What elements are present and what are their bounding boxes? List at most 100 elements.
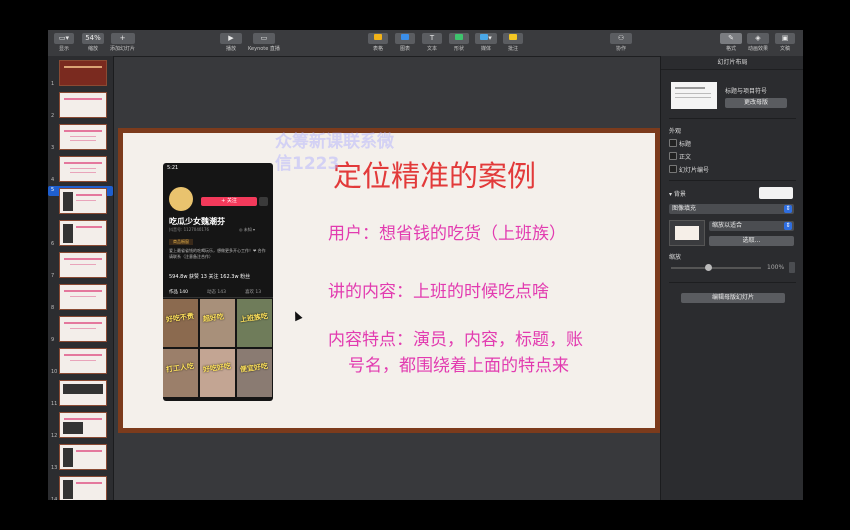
- video-cover: 好吃好吃: [200, 349, 235, 397]
- keynote-live-button[interactable]: ▭ Keynote 直播: [248, 33, 280, 53]
- collaborate-button[interactable]: ⚇ 协作: [610, 33, 632, 53]
- fill-type-select[interactable]: 图像填充 ⇕: [669, 204, 794, 214]
- media-icon: ▾: [475, 33, 497, 44]
- image-well[interactable]: [669, 220, 705, 246]
- watermark: 信1223: [275, 154, 340, 174]
- edit-master-button[interactable]: 编辑母版幻灯片: [681, 293, 785, 303]
- profile-tabs: 作品 140 动态 143 喜欢 13: [163, 287, 273, 298]
- format-button[interactable]: ✎ 格式: [720, 33, 742, 53]
- scale-slider[interactable]: [671, 264, 761, 271]
- background-heading: ▾ 背景: [669, 191, 686, 198]
- appearance-heading: 外观: [669, 128, 682, 135]
- slide-frame[interactable]: 5:21 + 关注 吃瓜少女魏潮芬 抖音号: 1127040176 ◎ 未知 ▾…: [118, 128, 660, 433]
- document-button[interactable]: ▣ 文稿: [775, 33, 795, 53]
- inspector-panel: 幻灯片布局 标题与项目符号 更改母版 外观 标题 正文 幻灯片编号 ▾ 背景 图…: [660, 56, 803, 500]
- chart-icon: [395, 33, 415, 44]
- scale-label: 缩放: [669, 254, 682, 261]
- animate-button[interactable]: ◈ 动画效果: [747, 33, 769, 53]
- background-color-well[interactable]: [759, 187, 793, 199]
- paintbrush-icon: ✎: [720, 33, 742, 44]
- layout-preview[interactable]: [671, 82, 717, 109]
- slide-thumbnail[interactable]: 9: [48, 314, 113, 344]
- comment-button[interactable]: 批注: [503, 33, 523, 53]
- scale-stepper[interactable]: [789, 262, 795, 273]
- chevron-updown-icon: ⇕: [784, 205, 792, 213]
- slide-body: 5:21 + 关注 吃瓜少女魏潮芬 抖音号: 1127040176 ◎ 未知 ▾…: [123, 132, 655, 428]
- toolbar: ▭▾ 显示 54% 缩放 + 添加幻灯片 ▶ 播放 ▭ Keynote 直播 表…: [48, 30, 803, 57]
- add-slide-button[interactable]: + 添加幻灯片: [110, 33, 135, 53]
- slide-navigator: 1 2 3 4 5 6 7 8 9 10 11 12 13 14: [48, 56, 114, 500]
- shape-icon: [449, 33, 469, 44]
- slide-thumbnail-selected[interactable]: 5: [48, 186, 113, 214]
- slide-thumbnail[interactable]: 6: [48, 218, 113, 248]
- video-cover: 打工人吃: [163, 349, 198, 397]
- inspector-header: 幻灯片布局: [661, 56, 803, 70]
- layout-name: 标题与项目符号: [725, 88, 768, 95]
- keynote-window: ▭▾ 显示 54% 缩放 + 添加幻灯片 ▶ 播放 ▭ Keynote 直播 表…: [48, 30, 803, 500]
- slide-thumbnail[interactable]: 12: [48, 410, 113, 440]
- slider-knob[interactable]: [705, 264, 712, 271]
- slide-thumbnail[interactable]: 8: [48, 282, 113, 312]
- slide-canvas[interactable]: 5:21 + 关注 吃瓜少女魏潮芬 抖音号: 1127040176 ◎ 未知 ▾…: [114, 57, 660, 500]
- play-button[interactable]: ▶ 播放: [220, 33, 242, 53]
- choose-image-button[interactable]: 选取...: [709, 236, 794, 246]
- shape-button[interactable]: 形状: [449, 33, 469, 53]
- plus-icon: +: [110, 33, 135, 44]
- thumbnail-image: [59, 412, 107, 438]
- play-icon: ▶: [220, 33, 242, 44]
- slide-thumbnail[interactable]: 1: [48, 58, 113, 88]
- thumbnail-image: [59, 444, 107, 470]
- thumbnail-image: [59, 156, 107, 182]
- follow-button: + 关注: [201, 197, 257, 206]
- chevron-updown-icon: ⇕: [784, 222, 792, 230]
- slide-thumbnail[interactable]: 13: [48, 442, 113, 472]
- table-button[interactable]: 表格: [368, 33, 388, 53]
- video-cover: 好吃不贵: [163, 299, 198, 347]
- slide-thumbnail[interactable]: 4: [48, 154, 113, 184]
- mouse-cursor-icon: [291, 309, 303, 322]
- slide-thumbnail[interactable]: 7: [48, 250, 113, 280]
- slide-thumbnail[interactable]: 11: [48, 378, 113, 408]
- view-menu[interactable]: ▭▾ 显示: [54, 33, 74, 53]
- account-meta: ◎ 未知 ▾: [239, 227, 256, 232]
- body-checkbox[interactable]: [669, 152, 677, 160]
- slide-thumbnail[interactable]: 10: [48, 346, 113, 376]
- slide-title[interactable]: 定位精准的案例: [333, 153, 536, 195]
- avatar: [169, 187, 193, 211]
- slide-text-features-2[interactable]: 号名，都围绕着上面的特点来: [348, 351, 569, 376]
- slide-text-user[interactable]: 用户：想省钱的吃货（上班族）: [328, 219, 566, 244]
- text-button[interactable]: T 文本: [422, 33, 442, 53]
- scale-value: 100%: [767, 264, 785, 271]
- slide-text-content[interactable]: 讲的内容：上班的时候吃点啥: [328, 277, 549, 302]
- media-button[interactable]: ▾ 媒体: [475, 33, 497, 53]
- thumbnail-image: [59, 188, 107, 214]
- animate-icon: ◈: [747, 33, 769, 44]
- slide-thumbnail[interactable]: 14: [48, 474, 113, 500]
- account-name: 吃瓜少女魏潮芬: [169, 217, 225, 226]
- thumbnail-image: [59, 92, 107, 118]
- thumbnail-image: [59, 476, 107, 500]
- document-icon: ▣: [775, 33, 795, 44]
- view-icon: ▭▾: [54, 33, 74, 44]
- chart-button[interactable]: 图表: [395, 33, 415, 53]
- slide-thumbnail[interactable]: 3: [48, 122, 113, 152]
- thumbnail-image: [59, 252, 107, 278]
- slide-thumbnail[interactable]: 2: [48, 90, 113, 120]
- phone-screenshot[interactable]: 5:21 + 关注 吃瓜少女魏潮芬 抖音号: 1127040176 ◎ 未知 ▾…: [163, 163, 273, 401]
- title-checkbox[interactable]: [669, 139, 677, 147]
- scale-fit-select[interactable]: 缩放以适合 ⇕: [709, 221, 794, 231]
- video-cover: 上班族吃: [237, 299, 272, 347]
- thumbnail-image: [59, 220, 107, 246]
- thumbnail-image: [59, 60, 107, 86]
- zoom-value: 54%: [82, 33, 104, 44]
- thumbnail-image: [59, 380, 107, 406]
- thumbnail-image: [59, 124, 107, 150]
- table-icon: [368, 33, 388, 44]
- zoom-menu[interactable]: 54% 缩放: [82, 33, 104, 53]
- change-master-button[interactable]: 更改母版: [725, 98, 787, 108]
- more-icon: [259, 197, 268, 206]
- video-cover: 便宜好吃: [237, 349, 272, 397]
- text-icon: T: [422, 33, 442, 44]
- slide-text-features[interactable]: 内容特点：演员，内容，标题，账: [328, 325, 583, 350]
- slide-number-checkbox[interactable]: [669, 165, 677, 173]
